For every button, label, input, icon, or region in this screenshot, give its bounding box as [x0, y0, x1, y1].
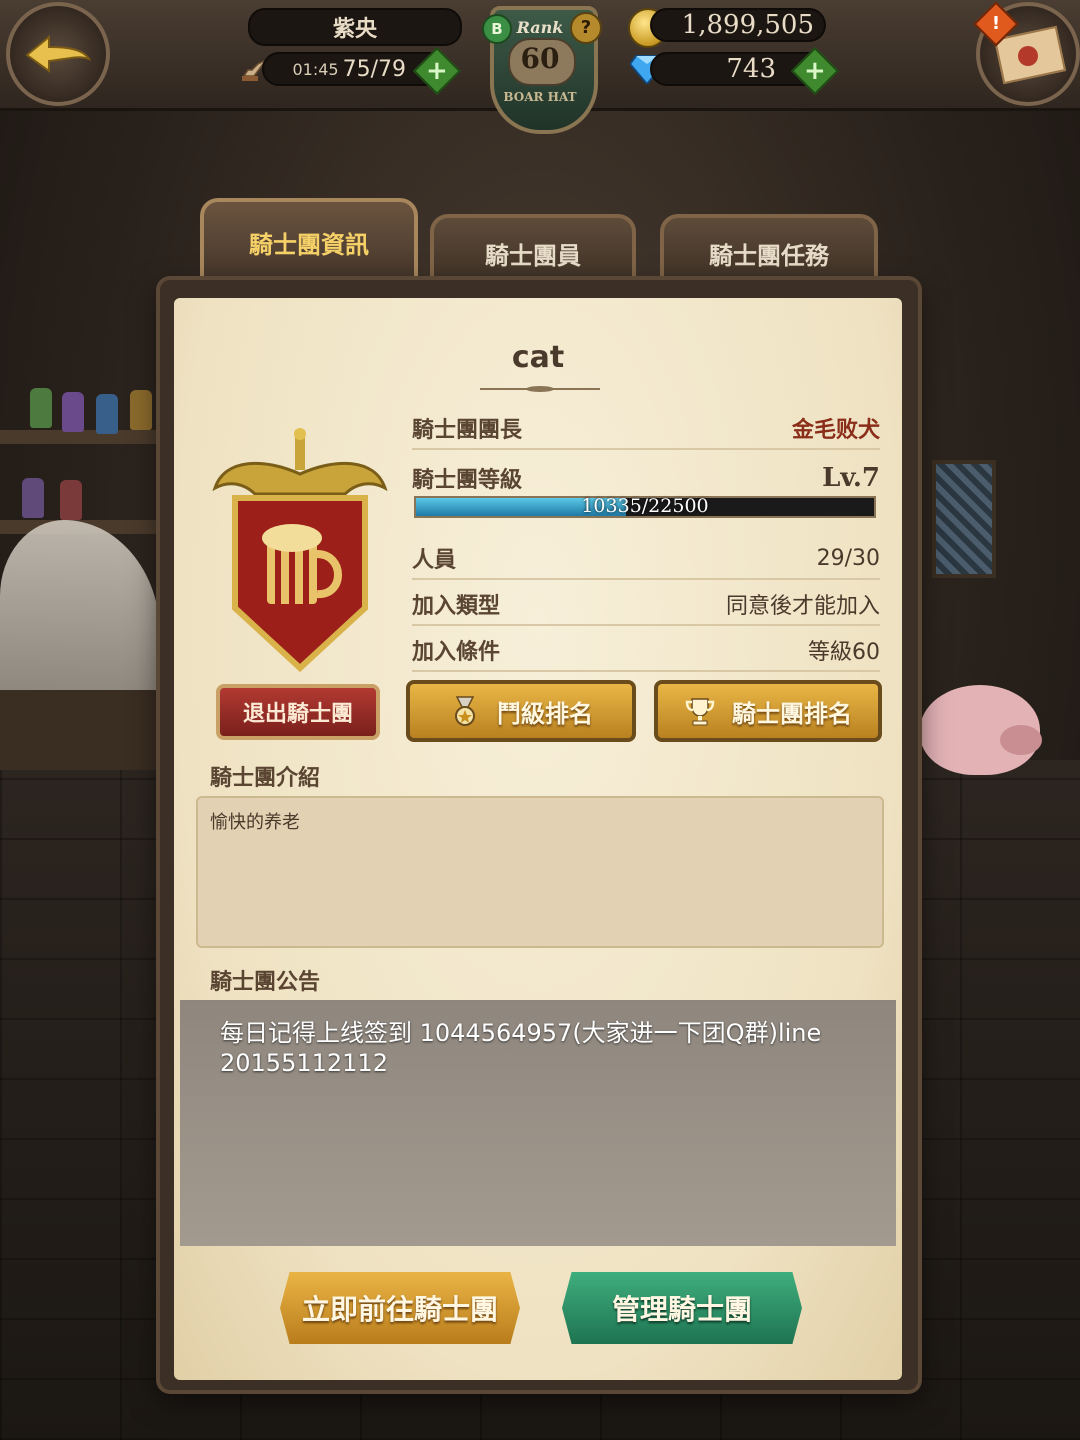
bottle: [60, 480, 82, 520]
manage-guild-button[interactable]: 管理騎士團: [562, 1272, 802, 1344]
join-condition-row: 加入條件 等級60: [412, 630, 880, 672]
join-type-value: 同意後才能加入: [725, 594, 880, 619]
guild-members-value: 29/30: [816, 545, 880, 571]
manage-guild-label: 管理騎士團: [611, 1293, 752, 1326]
alert-mark: !: [991, 13, 1001, 34]
rank-value: 60: [520, 42, 560, 75]
rank-subtitle: BOAR HAT: [503, 90, 577, 104]
back-button[interactable]: [6, 2, 110, 106]
guild-members-row: 人員 29/30: [412, 538, 880, 580]
join-condition-label: 加入條件: [412, 640, 501, 665]
stamina-value: 75/79: [342, 56, 406, 82]
guild-name: cat: [511, 340, 565, 375]
help-button[interactable]: ?: [570, 12, 602, 44]
trophy-icon: [685, 698, 715, 726]
plus-icon: +: [804, 55, 826, 86]
guild-level-row: 騎士團等級 Lv.7: [412, 458, 880, 498]
gold-amount: 1,899,505: [650, 8, 826, 42]
intro-title: 騎士團介紹: [210, 766, 321, 791]
shelf: [0, 430, 165, 444]
guild-leader-row: 騎士團團長 金毛败犬: [412, 408, 880, 450]
pig-snout: [1000, 725, 1042, 755]
bottle: [130, 390, 152, 430]
stamina-timer: 01:45: [292, 59, 339, 79]
b-badge: B: [482, 14, 512, 44]
bar-counter: [0, 690, 170, 770]
guild-leader-value[interactable]: 金毛败犬: [792, 412, 880, 444]
battle-rank-button[interactable]: 鬥級排名: [406, 680, 636, 742]
leave-guild-button[interactable]: 退出騎士團: [216, 684, 380, 740]
go-to-guild-button[interactable]: 立即前往騎士團: [280, 1272, 520, 1344]
player-name: 紫央: [248, 8, 462, 46]
wax-seal-icon: [1018, 46, 1038, 66]
guild-rank-button[interactable]: 騎士團排名: [654, 680, 882, 742]
guild-leader-label: 騎士團團長: [412, 418, 523, 443]
guild-exp-text: 10335/22500: [581, 495, 709, 517]
bottle: [96, 394, 118, 434]
guild-level-value: Lv.7: [822, 463, 880, 493]
tab-guild-info[interactable]: 騎士團資訊: [200, 198, 418, 286]
guild-rank-label: 騎士團排名: [732, 699, 852, 728]
notice-title: 騎士團公告: [210, 970, 321, 995]
bottle: [22, 478, 44, 518]
medal-icon: [455, 696, 475, 726]
beer-mug-banner-icon: [212, 428, 388, 673]
plus-icon: +: [426, 55, 448, 86]
back-arrow-icon: [25, 34, 92, 73]
ornament-divider: [480, 386, 600, 392]
notice-text: 每日记得上线签到 1044564957(大家进一下团Q群)line 201551…: [180, 1000, 896, 1246]
go-to-guild-label: 立即前往騎士團: [301, 1293, 498, 1326]
guild-members-label: 人員: [412, 548, 457, 573]
join-type-row: 加入類型 同意後才能加入: [412, 584, 880, 626]
bottle: [30, 388, 52, 428]
tavern-window: [932, 460, 996, 578]
intro-text: 愉快的养老: [196, 796, 884, 948]
join-condition-value: 等級60: [808, 640, 880, 665]
bottle: [62, 392, 84, 432]
battle-rank-label: 鬥級排名: [497, 699, 593, 728]
guild-level-label: 騎士團等級: [412, 468, 523, 493]
join-type-label: 加入類型: [412, 594, 501, 619]
background-character: [0, 520, 160, 710]
